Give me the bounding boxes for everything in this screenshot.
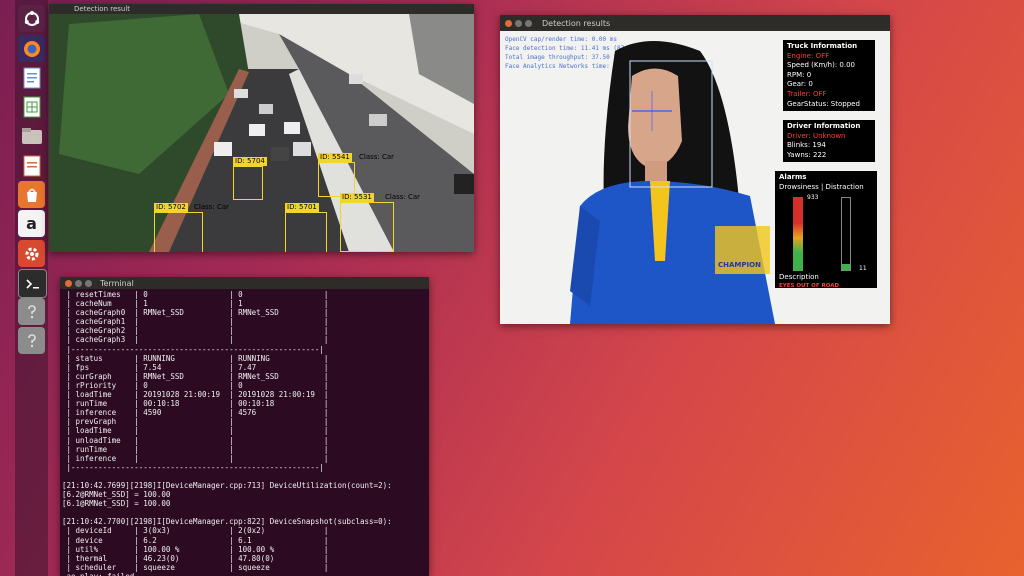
maximize-icon[interactable] [85, 279, 92, 287]
panel-title: Alarms [779, 173, 807, 181]
traffic-detection-window: Detection result ID: 5704 ID: 5541 Class… [49, 4, 474, 252]
engine-status: Engine: OFF [787, 51, 830, 60]
detection-class-label: Class: Car [194, 203, 230, 211]
terminal-line: | runTime | | | [62, 444, 329, 454]
alarms-subtitle: Drowsiness | Distraction [779, 182, 864, 191]
terminal-line: | scheduler | squeeze | squeeze | [62, 562, 329, 572]
driver-name: Driver: Unknown [787, 131, 846, 140]
terminal-line: | loadTime | | | [62, 426, 329, 436]
terminal-line: | rPriority | 0 | 0 | [62, 380, 329, 390]
traffic-video-frame: ID: 5704 ID: 5541 Class: Car ID: 5702 Cl… [49, 14, 474, 252]
drowsiness-value: 933 [807, 194, 819, 201]
window-titlebar: Detection result [49, 4, 474, 14]
terminal-line: | inference | 4590 | 4576 | [62, 408, 329, 418]
detection-box [285, 212, 327, 252]
terminal-line: | curGraph | RMNet_SSD | RMNet_SSD | [62, 371, 329, 381]
unknown-app-icon[interactable] [18, 327, 45, 354]
terminal-line: | cacheGraph1 | | | [62, 317, 329, 327]
rpm-value: RPM: 0 [787, 70, 812, 79]
blinks-count: Blinks: 194 [787, 141, 826, 150]
gear-status: GearStatus: Stopped [787, 99, 860, 108]
terminal-line: | runTime | 00:10:18 | 00:10:18 | [62, 399, 329, 409]
detection-box [233, 166, 263, 200]
minimize-icon[interactable] [515, 19, 522, 27]
alarms-panel: Alarms Drowsiness | Distraction 933 11 D… [775, 171, 877, 289]
document-icon[interactable] [18, 64, 45, 91]
terminal-icon[interactable] [18, 269, 47, 298]
maximize-icon[interactable] [525, 19, 532, 27]
detection-box [340, 202, 394, 252]
file-manager-icon[interactable] [18, 122, 45, 149]
terminal-line: | util% | 100.00 % | 100.00 % | [62, 544, 329, 554]
face-video-frame: OpenCV cap/render time: 0.00 ms Face det… [500, 31, 890, 324]
firefox-icon[interactable] [18, 35, 45, 62]
speed-value: Speed (Km/h): 0.00 [787, 61, 856, 70]
terminal-output[interactable]: | resetTimes | 0 | 0 | | cacheNum | 1 | … [62, 290, 427, 576]
drowsiness-bar [793, 197, 803, 271]
terminal-line: | thermal | 46.23(0) | 47.80(0) | [62, 553, 329, 563]
terminal-line: [21:10:42.7699][2198]I[DeviceManager.cpp… [62, 480, 392, 490]
amazon-icon[interactable]: a [18, 210, 45, 237]
terminal-line: | cacheGraph0 | RMNet_SSD | RMNet_SSD | [62, 308, 329, 318]
distraction-bar [841, 197, 851, 271]
detection-box [318, 162, 355, 197]
spreadsheet-icon[interactable] [18, 93, 45, 120]
detection-id-label: ID: 5531 [340, 193, 374, 202]
terminal-line: | status | RUNNING | RUNNING | [62, 353, 329, 363]
detection-id-label: ID: 5541 [318, 153, 352, 162]
terminal-line: | prevGraph | | | [62, 417, 329, 427]
terminal-window: Terminal | resetTimes | 0 | 0 | | cacheN… [60, 277, 429, 576]
detection-class-label: Class: Car [385, 193, 421, 201]
close-icon[interactable] [65, 279, 72, 287]
terminal-line: | inference | | | [62, 453, 329, 463]
window-title: Detection results [542, 18, 611, 28]
window-titlebar: Terminal [60, 277, 429, 289]
settings-icon[interactable] [18, 240, 45, 267]
terminal-line: ao_play: failed. [62, 572, 427, 576]
launcher: a [15, 0, 48, 576]
terminal-line: [21:10:42.7700][2198]I[DeviceManager.cpp… [62, 517, 392, 527]
panel-title: Driver Information [787, 122, 861, 130]
software-center-icon[interactable] [18, 181, 45, 208]
terminal-line: [6.1@RMNet_SSD] = 100.00 [62, 499, 171, 509]
window-title: Terminal [100, 278, 134, 288]
detection-id-label: ID: 5702 [154, 203, 188, 212]
minimize-icon[interactable] [75, 279, 82, 287]
terminal-line: | cacheGraph3 | | | [62, 335, 329, 345]
terminal-line: | loadTime | 20191028 21:00:19 | 2019102… [62, 390, 329, 400]
gear-value: Gear: 0 [787, 80, 813, 89]
ubuntu-logo-icon[interactable] [18, 5, 45, 32]
terminal-line: | unloadTime | | | [62, 435, 329, 445]
distraction-value: 11 [859, 265, 867, 272]
text-editor-icon[interactable] [18, 152, 45, 179]
terminal-line: | cacheGraph2 | | | [62, 326, 329, 336]
window-title: Detection result [74, 5, 131, 13]
terminal-line: |---------------------------------------… [62, 344, 324, 354]
terminal-line: |---------------------------------------… [62, 462, 324, 472]
detection-class-label: Class: Car [359, 153, 395, 161]
panel-title: Truck Information [787, 42, 858, 50]
shirt-logo-text: CHAMPION [718, 261, 761, 269]
truck-info-panel: Truck Information Engine: OFF Speed (Km/… [783, 40, 875, 112]
unknown-app-icon[interactable] [18, 298, 45, 325]
window-titlebar: Detection results [500, 15, 890, 31]
terminal-line: | cacheNum | 1 | 1 | [62, 299, 329, 309]
terminal-line: | resetTimes | 0 | 0 | [62, 290, 329, 299]
detection-id-label: ID: 5701 [285, 203, 319, 212]
trailer-status: Trailer: OFF [787, 89, 827, 98]
yawns-count: Yawns: 222 [787, 150, 827, 159]
detection-box [154, 212, 203, 252]
alarm-description: EYES OUT OF ROAD [779, 283, 840, 289]
terminal-line: | deviceId | 3(0x3) | 2(0x2) | [62, 526, 329, 536]
detection-id-label: ID: 5704 [233, 157, 267, 166]
terminal-line: [6.2@RMNet_SSD] = 100.00 [62, 490, 171, 500]
close-icon[interactable] [505, 19, 512, 27]
driver-info-panel: Driver Information Driver: Unknown Blink… [783, 120, 875, 163]
terminal-line: | fps | 7.54 | 7.47 | [62, 362, 329, 372]
terminal-line: | device | 6.2 | 6.1 | [62, 535, 329, 545]
distraction-bar-fill [842, 264, 850, 270]
face-detection-window: Detection results OpenCV cap/render time… [500, 15, 890, 324]
